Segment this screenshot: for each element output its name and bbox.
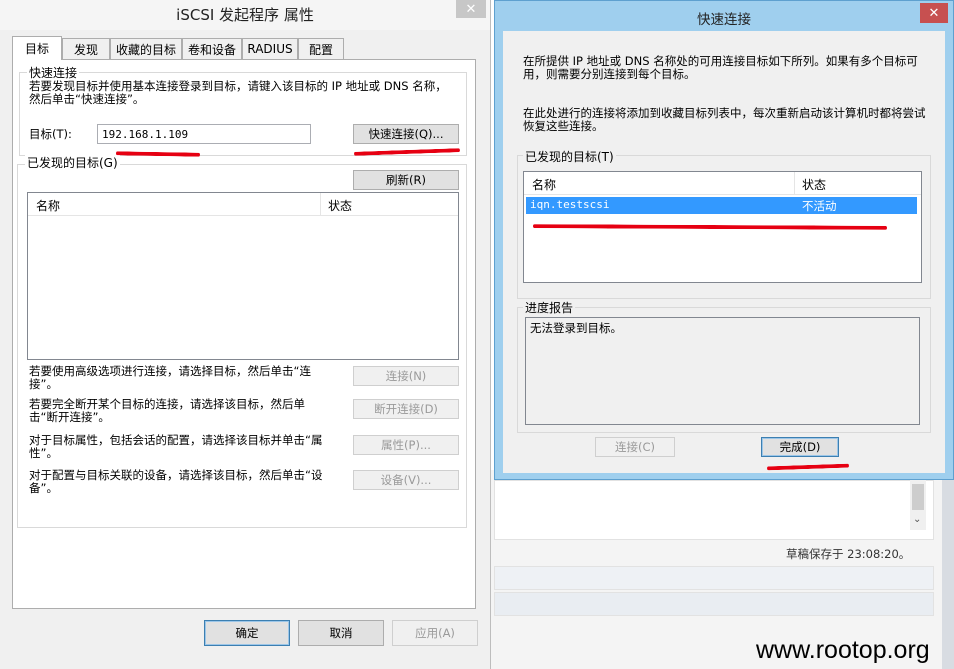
annotation-underline-done — [766, 463, 850, 471]
left-title-bar: iSCSI 发起程序 属性 ✕ — [0, 0, 490, 30]
refresh-button[interactable]: 刷新(R) — [353, 170, 459, 190]
tab-favorite-targets[interactable]: 收藏的目标 — [110, 38, 182, 59]
discovered-targets-list[interactable]: 名称 状态 — [27, 192, 459, 360]
tab-radius[interactable]: RADIUS — [242, 38, 298, 59]
tab-discovery[interactable]: 发现 — [62, 38, 110, 59]
column-name[interactable]: 名称 — [532, 176, 556, 193]
disconnect-button[interactable]: 断开连接(D) — [353, 399, 459, 419]
window-title: iSCSI 发起程序 属性 — [176, 6, 314, 24]
discovered-targets-label: 已发现的目标(G) — [25, 154, 120, 171]
quick-connect-body: 在所提供 IP 地址或 DNS 名称处的可用连接目标如下所列。如果有多个目标可用… — [503, 31, 945, 473]
close-button[interactable]: ✕ — [456, 0, 486, 18]
tab-volumes-devices[interactable]: 卷和设备 — [182, 38, 242, 59]
watermark: www.rootop.org — [756, 636, 930, 664]
bg-text-area — [494, 480, 934, 540]
progress-report-box[interactable]: 无法登录到目标。 — [525, 317, 920, 425]
cancel-button[interactable]: 取消 — [298, 620, 384, 646]
right-window-title: 快速连接 — [697, 12, 751, 28]
target-status-cell: 不活动 — [802, 199, 837, 213]
bg-bar — [494, 566, 934, 590]
chevron-down-icon[interactable]: ⌄ — [913, 514, 921, 525]
connect-description: 若要使用高级选项进行连接，请选择目标，然后单击“连接”。 — [29, 364, 311, 391]
target-name-cell: iqn.testscsi — [530, 198, 610, 211]
target-label: 目标(T): — [29, 127, 72, 141]
scroll-thumb[interactable] — [912, 484, 924, 510]
intro-paragraph-1: 在所提供 IP 地址或 DNS 名称处的可用连接目标如下所列。如果有多个目标可用… — [523, 54, 918, 81]
iscsi-properties-dialog: iSCSI 发起程序 属性 ✕ 目标 发现 收藏的目标 卷和设备 RADIUS … — [0, 0, 491, 669]
bg-edge — [942, 470, 954, 669]
tab-panel: 快速连接 若要发现目标并使用基本连接登录到目标，请键入该目标的 IP 地址或 D… — [12, 59, 476, 609]
tab-targets[interactable]: 目标 — [12, 36, 62, 60]
tab-configuration[interactable]: 配置 — [298, 38, 344, 59]
bg-scrollbar[interactable]: ⌄ — [910, 480, 926, 530]
draft-saved-status: 草稿保存于 23:08:20。 — [786, 547, 911, 561]
connect-button[interactable]: 连接(N) — [353, 366, 459, 386]
progress-report-label: 进度报告 — [523, 299, 576, 316]
column-status[interactable]: 状态 — [802, 176, 826, 193]
quick-connect-description: 若要发现目标并使用基本连接登录到目标，请键入该目标的 IP 地址或 DNS 名称… — [29, 79, 447, 106]
properties-button[interactable]: 属性(P)... — [353, 435, 459, 455]
close-icon: ✕ — [465, 1, 477, 17]
connect-button[interactable]: 连接(C) — [595, 437, 675, 457]
target-input[interactable] — [97, 124, 311, 144]
discovered-targets-label: 已发现的目标(T) — [523, 148, 616, 165]
devices-description: 对于配置与目标关联的设备，请选择该目标，然后单击“设备”。 — [29, 468, 323, 495]
apply-button[interactable]: 应用(A) — [392, 620, 478, 646]
done-button[interactable]: 完成(D) — [761, 437, 839, 457]
close-icon: ✕ — [928, 5, 940, 21]
list-header: 名称 状态 — [28, 193, 458, 216]
ok-button[interactable]: 确定 — [204, 620, 290, 646]
quick-connect-button[interactable]: 快速连接(Q)... — [353, 124, 459, 144]
progress-report-text: 无法登录到目标。 — [530, 321, 622, 335]
column-divider — [794, 172, 795, 194]
column-divider — [320, 193, 321, 215]
right-close-button[interactable]: ✕ — [920, 3, 948, 23]
disconnect-description: 若要完全断开某个目标的连接，请选择该目标，然后单击“断开连接”。 — [29, 397, 305, 424]
bg-bar-2 — [494, 592, 934, 616]
table-row[interactable]: iqn.testscsi 不活动 — [526, 197, 917, 214]
list-header: 名称 状态 — [524, 172, 921, 195]
devices-button[interactable]: 设备(V)... — [353, 470, 459, 490]
quick-connect-dialog: 快速连接 ✕ 在所提供 IP 地址或 DNS 名称处的可用连接目标如下所列。如果… — [494, 0, 954, 480]
column-name[interactable]: 名称 — [36, 197, 60, 214]
intro-paragraph-2: 在此处进行的连接将添加到收藏目标列表中，每次重新启动该计算机时都将尝试恢复这些连… — [523, 106, 926, 133]
column-status[interactable]: 状态 — [328, 197, 352, 214]
properties-description: 对于目标属性，包括会话的配置，请选择该目标并单击“属性”。 — [29, 433, 323, 460]
